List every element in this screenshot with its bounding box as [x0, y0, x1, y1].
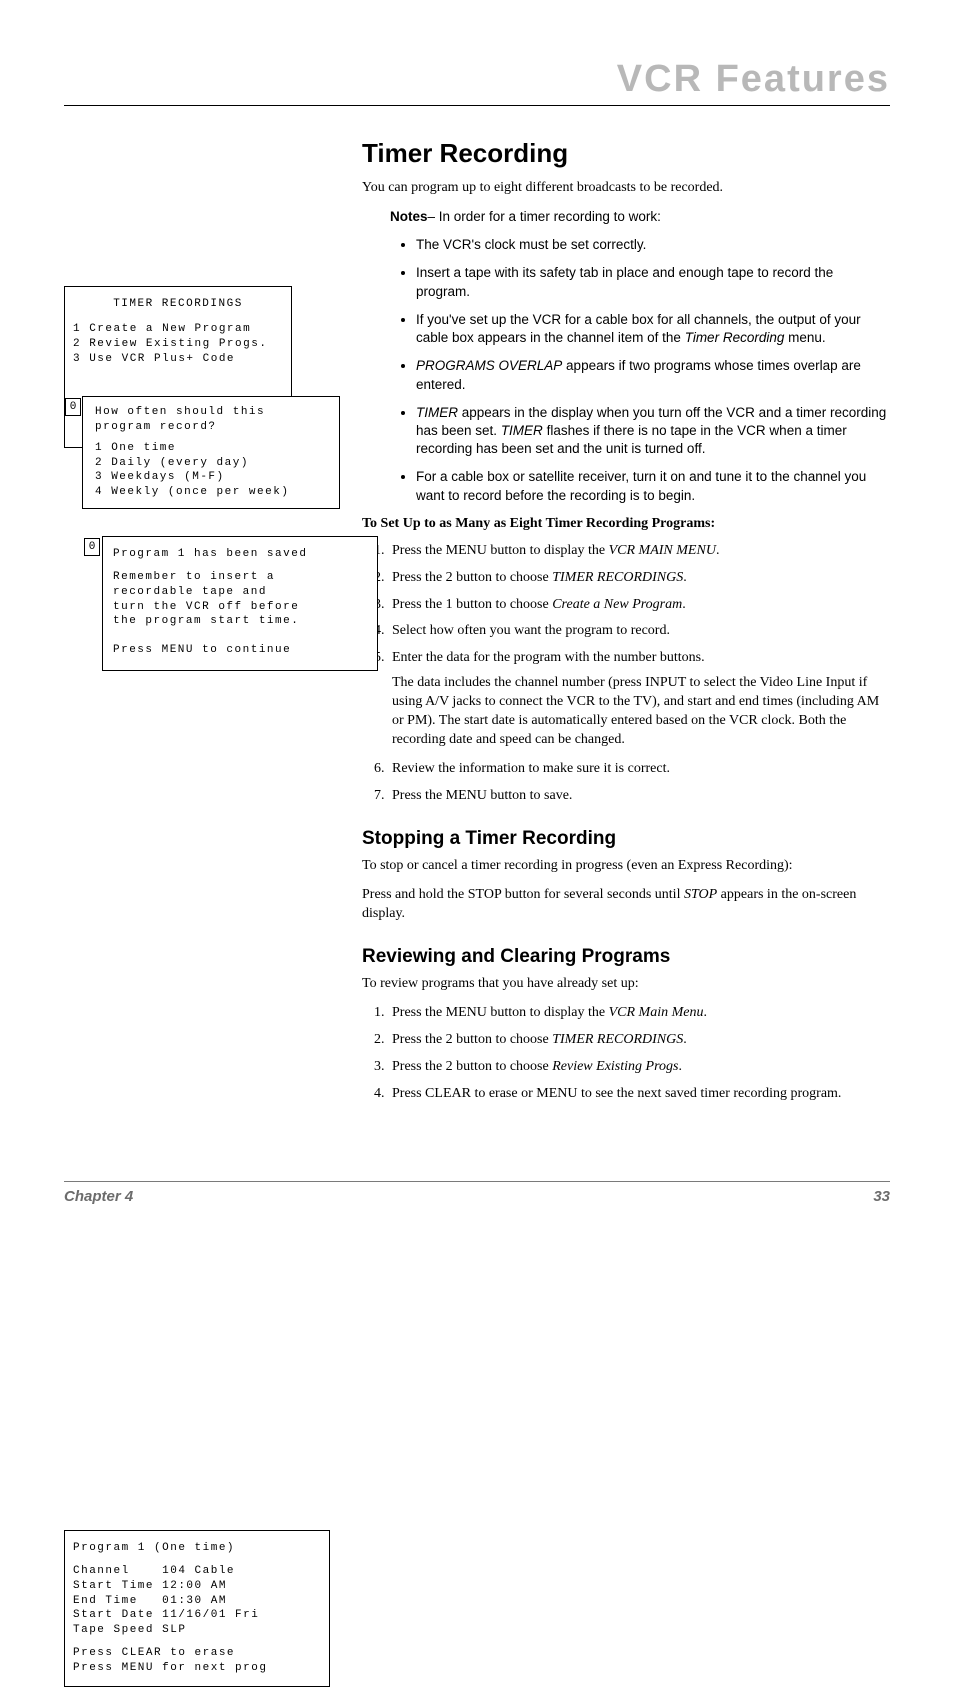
- osd-saved-body: Remember to insert a: [113, 570, 369, 585]
- osd-menu-title: TIMER RECORDINGS: [73, 297, 283, 312]
- osd-review-title: Program 1 (One time): [73, 1541, 323, 1556]
- step: Press the MENU button to save.: [388, 787, 890, 806]
- step: Press the 2 button to choose TIMER RECOR…: [388, 1031, 890, 1050]
- review-steps: Press the MENU button to display the VCR…: [362, 1004, 890, 1104]
- osd-saved-body: recordable tape and: [113, 585, 369, 600]
- note-item: Insert a tape with its safety tab in pla…: [416, 264, 890, 300]
- step: Press the 2 button to choose TIMER RECOR…: [388, 569, 890, 588]
- osd-review-row: Start Time 12:00 AM: [73, 1579, 323, 1594]
- stop-paragraph: Press and hold the STOP button for sever…: [362, 886, 890, 924]
- subheading-reviewing: Reviewing and Clearing Programs: [362, 944, 890, 970]
- osd-column: TIMER RECORDINGS 1 Create a New Program …: [64, 136, 342, 1112]
- footer-chapter: Chapter 4: [64, 1188, 133, 1205]
- osd-review-row: Tape Speed SLP: [73, 1623, 323, 1638]
- notes-lead: Notes– In order for a timer recording to…: [390, 208, 890, 226]
- header-rule: [64, 105, 890, 106]
- osd-review-row: Start Date 11/16/01 Fri: [73, 1608, 323, 1623]
- osd-review-row: End Time 01:30 AM: [73, 1594, 323, 1609]
- step: Review the information to make sure it i…: [388, 760, 890, 779]
- setup-steps: Press the MENU button to display the VCR…: [362, 542, 890, 806]
- step-extra: The data includes the channel number (pr…: [392, 674, 890, 750]
- notes-list: The VCR's clock must be set correctly. I…: [362, 236, 890, 505]
- note-item: PROGRAMS OVERLAP appears if two programs…: [416, 357, 890, 393]
- osd-marker: 0: [65, 398, 81, 416]
- osd-saved: Program 1 has been saved Remember to ins…: [102, 536, 378, 671]
- stop-paragraph: To stop or cancel a timer recording in p…: [362, 857, 890, 876]
- note-item: If you've set up the VCR for a cable box…: [416, 311, 890, 347]
- osd-saved-body: turn the VCR off before: [113, 600, 369, 615]
- osd-option: 2 Daily (every day): [95, 456, 331, 471]
- osd-frequency: How often should this program record? 1 …: [82, 396, 340, 509]
- osd-saved-body: the program start time.: [113, 614, 369, 629]
- osd-saved-press: Press MENU to continue: [113, 643, 369, 658]
- page-footer: Chapter 4 33: [64, 1181, 890, 1205]
- osd-review-foot: Press CLEAR to erase: [73, 1646, 323, 1661]
- step: Enter the data for the program with the …: [388, 649, 890, 749]
- osd-marker: 0: [84, 538, 100, 556]
- setup-heading: To Set Up to as Many as Eight Timer Reco…: [362, 515, 890, 534]
- page-header-title: VCR Features: [64, 58, 890, 101]
- step: Select how often you want the program to…: [388, 622, 890, 641]
- osd-option: 1 One time: [95, 441, 331, 456]
- osd-menu-item: 3 Use VCR Plus+ Code: [73, 352, 283, 367]
- osd-option: 4 Weekly (once per week): [95, 485, 331, 500]
- note-item: For a cable box or satellite receiver, t…: [416, 468, 890, 504]
- intro-paragraph: You can program up to eight different br…: [362, 179, 890, 198]
- subheading-stopping: Stopping a Timer Recording: [362, 826, 890, 852]
- osd-review-foot: Press MENU for next prog: [73, 1661, 323, 1676]
- body-column: Timer Recording You can program up to ei…: [362, 136, 890, 1112]
- osd-menu-item: 1 Create a New Program: [73, 322, 283, 337]
- osd-question-line: program record?: [95, 420, 331, 435]
- step: Press the MENU button to display the VCR…: [388, 542, 890, 561]
- review-paragraph: To review programs that you have already…: [362, 975, 890, 994]
- osd-saved-title: Program 1 has been saved: [113, 547, 369, 562]
- step: Press the 1 button to choose Create a Ne…: [388, 596, 890, 615]
- step: Press the 2 button to choose Review Exis…: [388, 1058, 890, 1077]
- osd-review-row: Channel 104 Cable: [73, 1564, 323, 1579]
- notes-label: Notes: [390, 209, 428, 224]
- osd-question-line: How often should this: [95, 405, 331, 420]
- step: Press CLEAR to erase or MENU to see the …: [388, 1085, 890, 1104]
- step: Press the MENU button to display the VCR…: [388, 1004, 890, 1023]
- notes-lead-rest: – In order for a timer recording to work…: [428, 209, 661, 224]
- osd-option: 3 Weekdays (M-F): [95, 470, 331, 485]
- note-item: TIMER appears in the display when you tu…: [416, 404, 890, 459]
- osd-menu-item: 2 Review Existing Progs.: [73, 337, 283, 352]
- section-heading: Timer Recording: [362, 136, 890, 171]
- osd-program-review: Program 1 (One time) Channel 104 Cable S…: [64, 1530, 330, 1687]
- note-item: The VCR's clock must be set correctly.: [416, 236, 890, 254]
- footer-page-number: 33: [873, 1188, 890, 1205]
